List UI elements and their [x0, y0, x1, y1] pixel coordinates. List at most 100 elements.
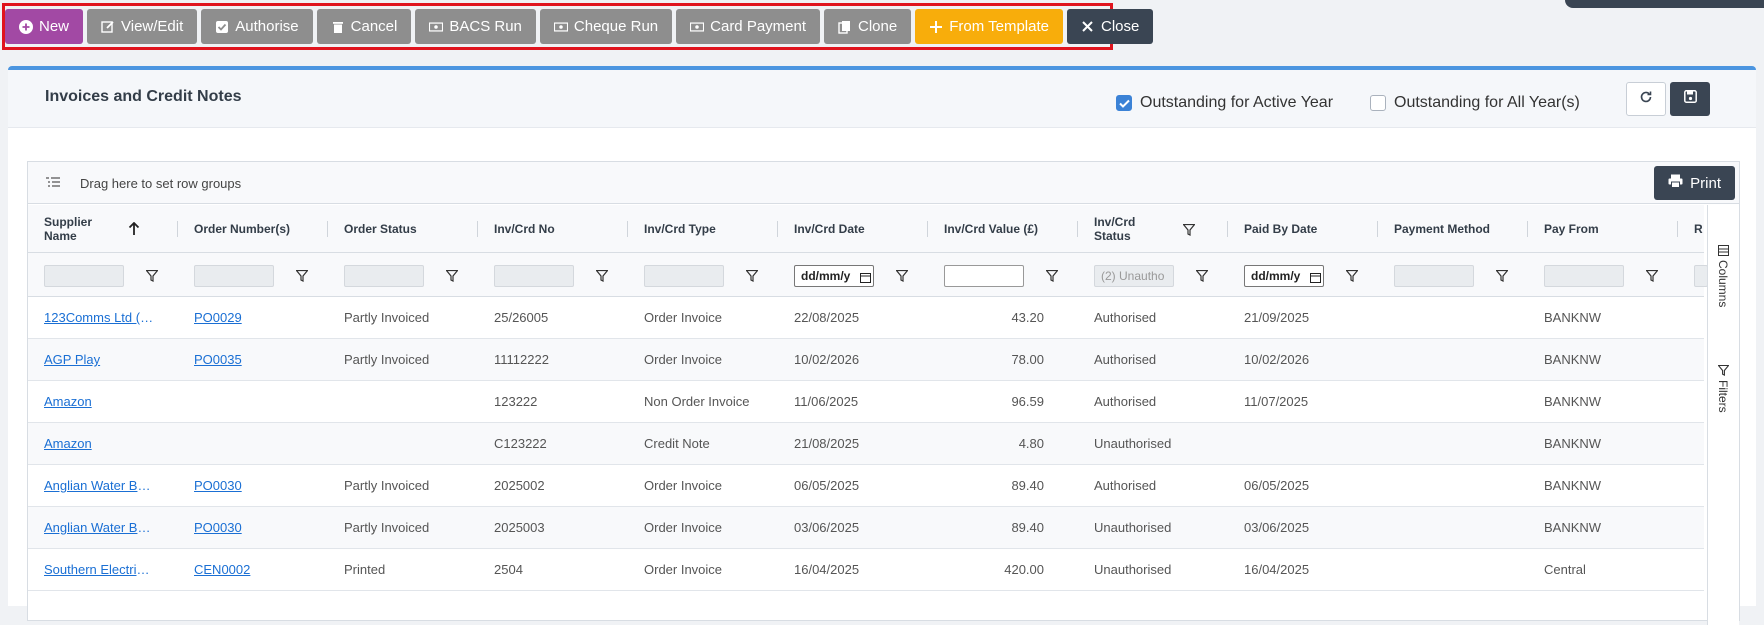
bacs-run-button[interactable]: BACS Run — [415, 9, 536, 44]
filters-tab[interactable]: Filters — [1716, 364, 1730, 413]
filter-icon[interactable] — [145, 269, 159, 287]
filter-payment-method-input[interactable] — [1394, 265, 1474, 287]
col-pay-from[interactable]: Pay From — [1544, 205, 1599, 253]
cell-order-number — [194, 423, 304, 465]
close-button[interactable]: Close — [1066, 9, 1154, 44]
calendar-icon[interactable] — [1310, 270, 1321, 288]
table-row[interactable]: 123Comms Ltd (T... PO0029 Partly Invoiced 2… — [28, 297, 1704, 339]
cell-supplier[interactable]: Anglian Water Bu... — [44, 465, 154, 507]
save-button[interactable] — [1670, 82, 1710, 116]
column-separator[interactable] — [1377, 221, 1378, 237]
columns-tab[interactable]: Columns — [1716, 245, 1730, 307]
active-filter-icon[interactable] — [1182, 223, 1196, 241]
table-row[interactable]: Amazon 123222 Non Order Invoice 11/06/2025 9… — [28, 381, 1704, 423]
cell-supplier[interactable]: Anglian Water Bu... — [44, 507, 154, 549]
cell-paid-by-date — [1244, 423, 1364, 465]
cell-inv-type: Order Invoice — [644, 478, 723, 493]
column-separator[interactable] — [477, 221, 478, 237]
paid-date-placeholder: dd/mm/y — [1251, 269, 1301, 283]
column-separator[interactable] — [1227, 221, 1228, 237]
cell-order-number[interactable]: CEN0002 — [194, 549, 304, 591]
col-inv-type[interactable]: Inv/Crd Type — [644, 205, 716, 253]
print-button[interactable]: Print — [1654, 166, 1735, 200]
filter-inv-value-input[interactable] — [944, 265, 1024, 287]
filter-order-input[interactable] — [194, 265, 274, 287]
col-paid-by-date[interactable]: Paid By Date — [1244, 205, 1317, 253]
cell-inv-status: Authorised — [1094, 478, 1157, 493]
cell-order-number[interactable]: PO0030 — [194, 465, 304, 507]
filter-inv-no-input[interactable] — [494, 265, 574, 287]
outstanding-active-checkbox[interactable]: Outstanding for Active Year — [1116, 94, 1333, 112]
row-group-bar[interactable]: Drag here to set row groups Print — [28, 162, 1739, 204]
cancel-button[interactable]: Cancel — [316, 9, 412, 44]
table-row[interactable]: Anglian Water Bu... PO0030 Partly Invoiced… — [28, 465, 1704, 507]
col-order-status[interactable]: Order Status — [344, 205, 417, 253]
authorise-button[interactable]: Authorise — [201, 9, 313, 44]
view-edit-button[interactable]: View/Edit — [87, 9, 198, 44]
col-inv-no[interactable]: Inv/Crd No — [494, 205, 555, 253]
filter-supplier-input[interactable] — [44, 265, 124, 287]
filter-icon[interactable] — [1045, 269, 1059, 287]
card-payment-button[interactable]: Card Payment — [676, 9, 821, 44]
calendar-icon[interactable] — [860, 270, 871, 288]
col-inv-status[interactable]: Inv/Crd Status — [1094, 205, 1135, 253]
filter-icon[interactable] — [1345, 269, 1359, 287]
filter-next-input[interactable] — [1694, 265, 1708, 287]
cell-order-number[interactable]: PO0029 — [194, 297, 304, 339]
filter-icon[interactable] — [595, 269, 609, 287]
filter-pay-from-input[interactable] — [1544, 265, 1624, 287]
filter-icon[interactable] — [895, 269, 909, 287]
col-order-numbers[interactable]: Order Number(s) — [194, 205, 290, 253]
cell-inv-value: 4.80 — [1018, 436, 1044, 451]
filter-icon[interactable] — [1645, 269, 1659, 287]
cell-supplier[interactable]: AGP Play — [44, 339, 154, 381]
sort-ascending-icon[interactable] — [128, 221, 140, 241]
cell-order-number[interactable]: PO0030 — [194, 507, 304, 549]
col-next-partial[interactable]: R — [1694, 205, 1703, 253]
column-separator[interactable] — [627, 221, 628, 237]
table-row[interactable]: AGP Play PO0035 Partly Invoiced 11112222 Ord… — [28, 339, 1704, 381]
clone-button[interactable]: Clone — [824, 9, 912, 44]
column-separator[interactable] — [777, 221, 778, 237]
col-inv-date[interactable]: Inv/Crd Date — [794, 205, 865, 253]
filters-tab-label: Filters — [1716, 380, 1730, 413]
cell-paid-by-date: 06/05/2025 — [1244, 478, 1310, 493]
cell-supplier[interactable]: Amazon — [44, 381, 154, 423]
filter-inv-type-input[interactable] — [644, 265, 724, 287]
close-label: Close — [1100, 18, 1140, 35]
table-row[interactable]: Amazon C123222 Credit Note 21/08/2025 4.80 Un… — [28, 423, 1704, 465]
refresh-button[interactable] — [1626, 82, 1666, 116]
filter-icon[interactable] — [295, 269, 309, 287]
col-inv-value[interactable]: Inv/Crd Value (£) — [944, 205, 1038, 253]
filter-icon[interactable] — [1495, 269, 1509, 287]
filter-icon[interactable] — [745, 269, 759, 287]
cell-order-number[interactable]: PO0035 — [194, 339, 304, 381]
new-button[interactable]: New — [5, 9, 84, 44]
filter-icon[interactable] — [1195, 269, 1209, 287]
cell-order-status: Partly Invoiced — [344, 352, 430, 367]
cell-supplier[interactable]: 123Comms Ltd (T... — [44, 297, 154, 339]
cell-inv-value: 420.00 — [1004, 562, 1044, 577]
column-separator[interactable] — [927, 221, 928, 237]
outstanding-all-checkbox[interactable]: Outstanding for All Year(s) — [1370, 94, 1580, 112]
col-payment-method[interactable]: Payment Method — [1394, 205, 1490, 253]
cheque-run-label: Cheque Run — [573, 18, 659, 35]
cell-supplier[interactable]: Amazon — [44, 423, 154, 465]
filter-row: dd/mm/y (2) Unautho dd/mm/y — [28, 253, 1708, 297]
cell-pay-from: BANKNW — [1544, 520, 1602, 535]
column-separator[interactable] — [1077, 221, 1078, 237]
column-separator[interactable] — [177, 221, 178, 237]
table-row[interactable]: Southern Electricity CEN0002 Printed 2504 Or… — [28, 549, 1704, 591]
filter-icon[interactable] — [445, 269, 459, 287]
cheque-run-button[interactable]: Cheque Run — [539, 9, 673, 44]
cell-pay-from: BANKNW — [1544, 478, 1602, 493]
column-separator[interactable] — [1527, 221, 1528, 237]
table-row[interactable]: Anglian Water Bu... PO0030 Partly Invoiced… — [28, 507, 1704, 549]
column-separator[interactable] — [1677, 221, 1678, 237]
column-separator[interactable] — [327, 221, 328, 237]
from-template-button[interactable]: From Template — [915, 9, 1063, 44]
filter-order-status-input[interactable] — [344, 265, 424, 287]
cell-supplier[interactable]: Southern Electricity — [44, 549, 154, 591]
column-header-row: Supplier Name Order Number(s) Order Stat… — [28, 205, 1704, 253]
filter-inv-status-input[interactable]: (2) Unautho — [1094, 265, 1174, 287]
